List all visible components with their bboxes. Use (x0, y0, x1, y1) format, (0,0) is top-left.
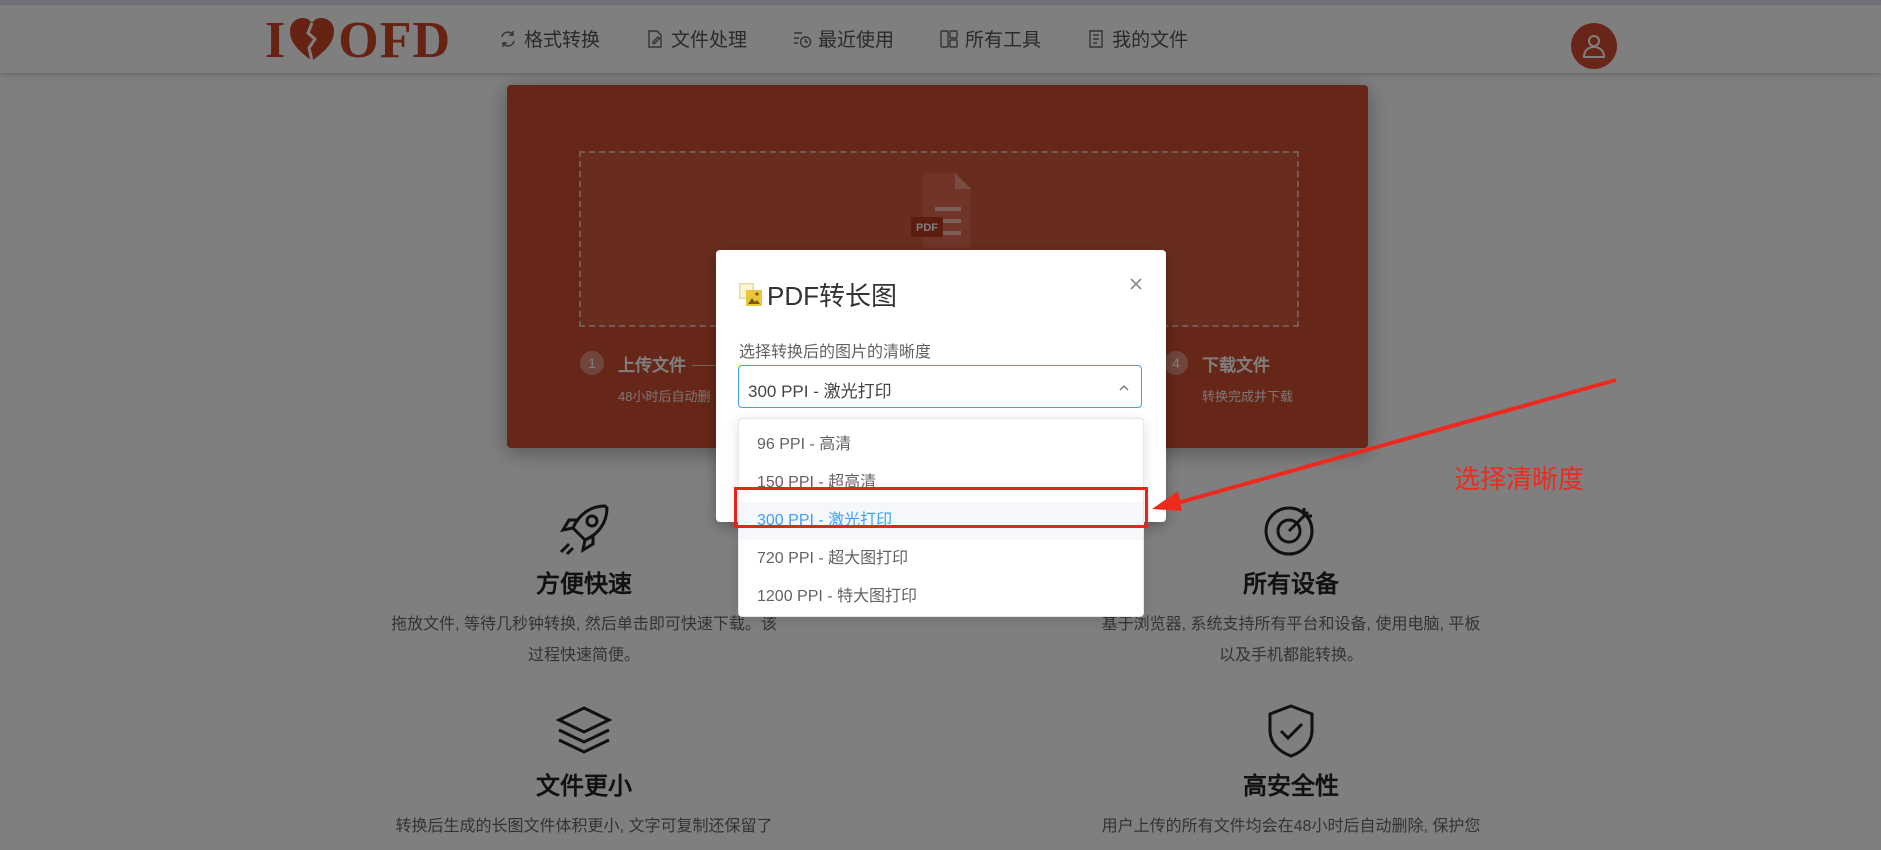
annotation-label: 选择清晰度 (1454, 464, 1585, 494)
close-icon[interactable] (1126, 274, 1146, 294)
image-file-icon (739, 282, 762, 306)
dropdown-option-1200ppi[interactable]: 1200 PPI - 特大图打印 (739, 578, 1143, 616)
resolution-label: 选择转换后的图片的清晰度 (739, 344, 932, 361)
chevron-up-icon (1119, 384, 1129, 391)
select-value: 300 PPI - 激光打印 (748, 382, 892, 401)
resolution-select[interactable]: 300 PPI - 激光打印 (738, 365, 1142, 408)
dialog-title-text: PDF转长图 (767, 281, 898, 311)
dropdown-option-96ppi[interactable]: 96 PPI - 高清 (739, 426, 1143, 464)
dropdown-option-720ppi[interactable]: 720 PPI - 超大图打印 (739, 540, 1143, 578)
dialog-title: PDF转长图 (739, 276, 897, 313)
annotation-highlight-box (734, 487, 1148, 528)
